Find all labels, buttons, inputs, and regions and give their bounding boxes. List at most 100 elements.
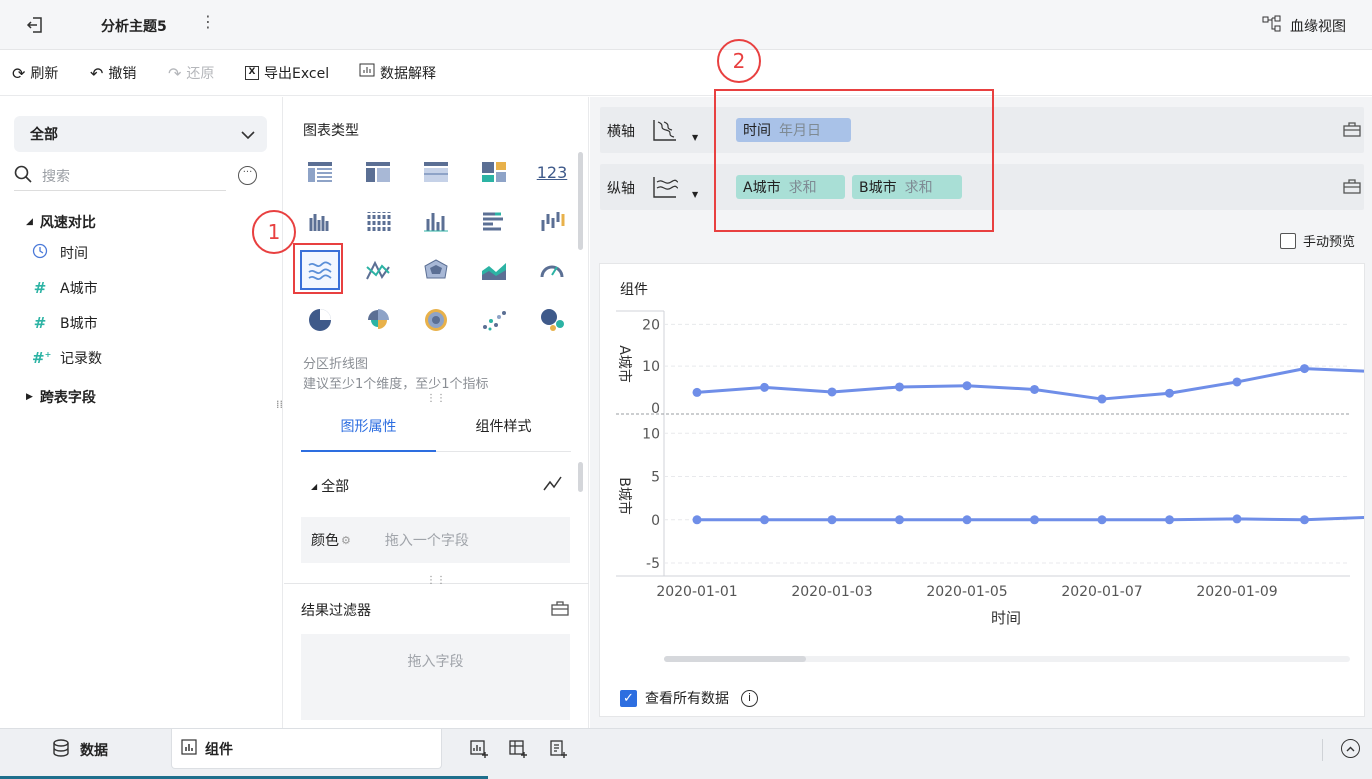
field-label: A城市 (60, 281, 98, 297)
chart-scrollbar[interactable] (664, 656, 1350, 662)
add-report-icon[interactable] (548, 739, 568, 763)
bubble-chart-icon[interactable] (532, 300, 572, 340)
x-tick-label: 2020-01-01 (656, 584, 737, 600)
field-item-time[interactable]: 时间 (32, 243, 88, 263)
table-node[interactable]: ◢ 风速对比 (26, 212, 96, 232)
color-row[interactable]: 颜色 ⚙ 拖入一个字段 (301, 517, 570, 563)
x-axis-type-icon[interactable] (652, 117, 682, 147)
y-axis-type-icon[interactable] (652, 174, 682, 204)
cross-table-node[interactable]: ▶ 跨表字段 (26, 387, 96, 407)
bar-chart-icon[interactable] (474, 201, 514, 241)
field-label: B城市 (60, 316, 98, 332)
y-axis-settings-icon[interactable] (1343, 178, 1361, 198)
color-label: 颜色 (311, 533, 339, 549)
x-axis-settings-icon[interactable] (1343, 121, 1361, 141)
collapse-up-icon[interactable] (1341, 739, 1360, 758)
add-component-icon[interactable] (469, 739, 489, 763)
lineage-label: 血缘视图 (1290, 19, 1346, 35)
data-point (962, 515, 972, 525)
search-box[interactable]: 搜索 (14, 161, 226, 191)
dropdown-value: 全部 (30, 127, 58, 143)
resize-handle[interactable]: ⁞⁞ (276, 399, 283, 410)
refresh-button[interactable]: ⟳ 刷新 (12, 50, 58, 96)
cross-table-icon[interactable] (358, 152, 398, 192)
gauge-chart-icon[interactable] (532, 250, 572, 290)
split-handle[interactable]: ⋮⋮ (426, 393, 446, 404)
all-section[interactable]: ◢ 全部 (311, 476, 349, 496)
chevron-down-icon (241, 125, 255, 144)
radar-chart-icon[interactable] (416, 250, 456, 290)
property-tabs: 图形属性 组件样式 (301, 407, 571, 452)
treemap-icon[interactable] (474, 152, 514, 192)
lineage-icon (1262, 15, 1282, 37)
data-point (895, 515, 904, 525)
redo-button[interactable]: ↷ 还原 (168, 50, 214, 96)
area-chart-icon[interactable] (474, 250, 514, 290)
stacked-column-icon[interactable] (358, 201, 398, 241)
y-tick-label: 0 (651, 401, 660, 417)
data-explain-button[interactable]: 数据解释 (359, 50, 436, 96)
waterfall-icon[interactable] (532, 201, 572, 241)
filter-settings-icon[interactable] (551, 600, 569, 620)
hash-icon: # (33, 314, 47, 332)
filter-drop-zone[interactable]: 拖入字段 (301, 634, 570, 720)
chart-types-title: 图表类型 (303, 123, 359, 139)
scrollbar[interactable] (578, 462, 583, 492)
field-item-count[interactable]: #+ 记录数 (32, 348, 102, 368)
tab-component[interactable]: 组件 (171, 729, 442, 769)
tab-component-style[interactable]: 组件样式 (436, 407, 571, 452)
caret-down-icon[interactable]: ▼ (692, 133, 698, 142)
chart-config-panel: 图表类型 123 分区折线图 建议至少1个维度，至少1个指标 ⋮⋮ 图形属性 组… (284, 97, 589, 728)
filter-drop-hint: 拖入字段 (407, 654, 464, 670)
bottom-bar: 数据 组件 (0, 728, 1372, 779)
split-handle[interactable]: ⋮⋮ (426, 575, 446, 586)
line-shape-icon[interactable] (543, 476, 563, 496)
triangle-right-icon: ▶ (26, 392, 33, 402)
info-icon[interactable]: i (741, 689, 758, 707)
grouped-column-icon[interactable] (300, 201, 340, 241)
scatter-chart-icon[interactable] (474, 300, 514, 340)
lineage-view-button[interactable]: 血缘视图 (1262, 15, 1346, 37)
chart-scrollbar-thumb[interactable] (664, 656, 806, 662)
data-point (1232, 377, 1242, 387)
manual-preview-toggle[interactable]: 手动预览 (1280, 231, 1355, 250)
kpi-number-icon[interactable]: 123 (532, 152, 572, 192)
undo-button[interactable]: ↶ 撤销 (90, 50, 136, 96)
detail-table-icon[interactable] (416, 152, 456, 192)
tab-label: 数据 (80, 743, 108, 759)
tab-graphic-attributes[interactable]: 图形属性 (301, 407, 436, 452)
field-item-b[interactable]: # B城市 (32, 313, 98, 333)
export-excel-button[interactable]: X 导出Excel (245, 50, 329, 96)
redo-icon: ↷ (168, 63, 182, 83)
data-point (1030, 384, 1039, 394)
bar-chart-icon (181, 738, 197, 759)
exit-icon[interactable] (24, 14, 46, 36)
search-input[interactable]: 搜索 (42, 166, 70, 186)
view-all-data[interactable]: ✓ 查看所有数据 i (620, 688, 758, 708)
table-chart-icon[interactable] (300, 152, 340, 192)
chart-type-hint: 建议至少1个维度，至少1个指标 (303, 377, 489, 392)
add-table-icon[interactable] (508, 739, 528, 763)
column-chart-icon[interactable] (416, 201, 456, 241)
caret-down-icon[interactable]: ▼ (692, 190, 698, 199)
scrollbar[interactable] (578, 152, 583, 250)
more-menu-icon[interactable]: ⋮ (200, 12, 216, 31)
table-dropdown[interactable]: 全部 (14, 116, 267, 152)
checkbox-checked[interactable]: ✓ (620, 689, 637, 707)
marker-label: 1 (267, 220, 281, 244)
export-label: 导出Excel (264, 66, 330, 82)
x-axis-title: 时间 (991, 609, 1021, 627)
sunburst-icon[interactable] (416, 300, 456, 340)
undo-icon: ↶ (90, 63, 104, 83)
checkbox[interactable] (1280, 232, 1296, 249)
series-line (696, 367, 1364, 401)
line-chart-icon[interactable] (358, 250, 398, 290)
chart-type-name: 分区折线图 (303, 357, 369, 372)
field-item-a[interactable]: # A城市 (32, 278, 98, 298)
data-point (1097, 394, 1107, 404)
tab-data[interactable]: 数据 (52, 739, 108, 761)
pie-chart-icon[interactable] (300, 300, 340, 340)
rose-pie-icon[interactable] (358, 300, 398, 340)
more-options-icon[interactable]: ··· (238, 166, 257, 185)
x-tick-label: 2020-01-07 (1061, 584, 1142, 600)
